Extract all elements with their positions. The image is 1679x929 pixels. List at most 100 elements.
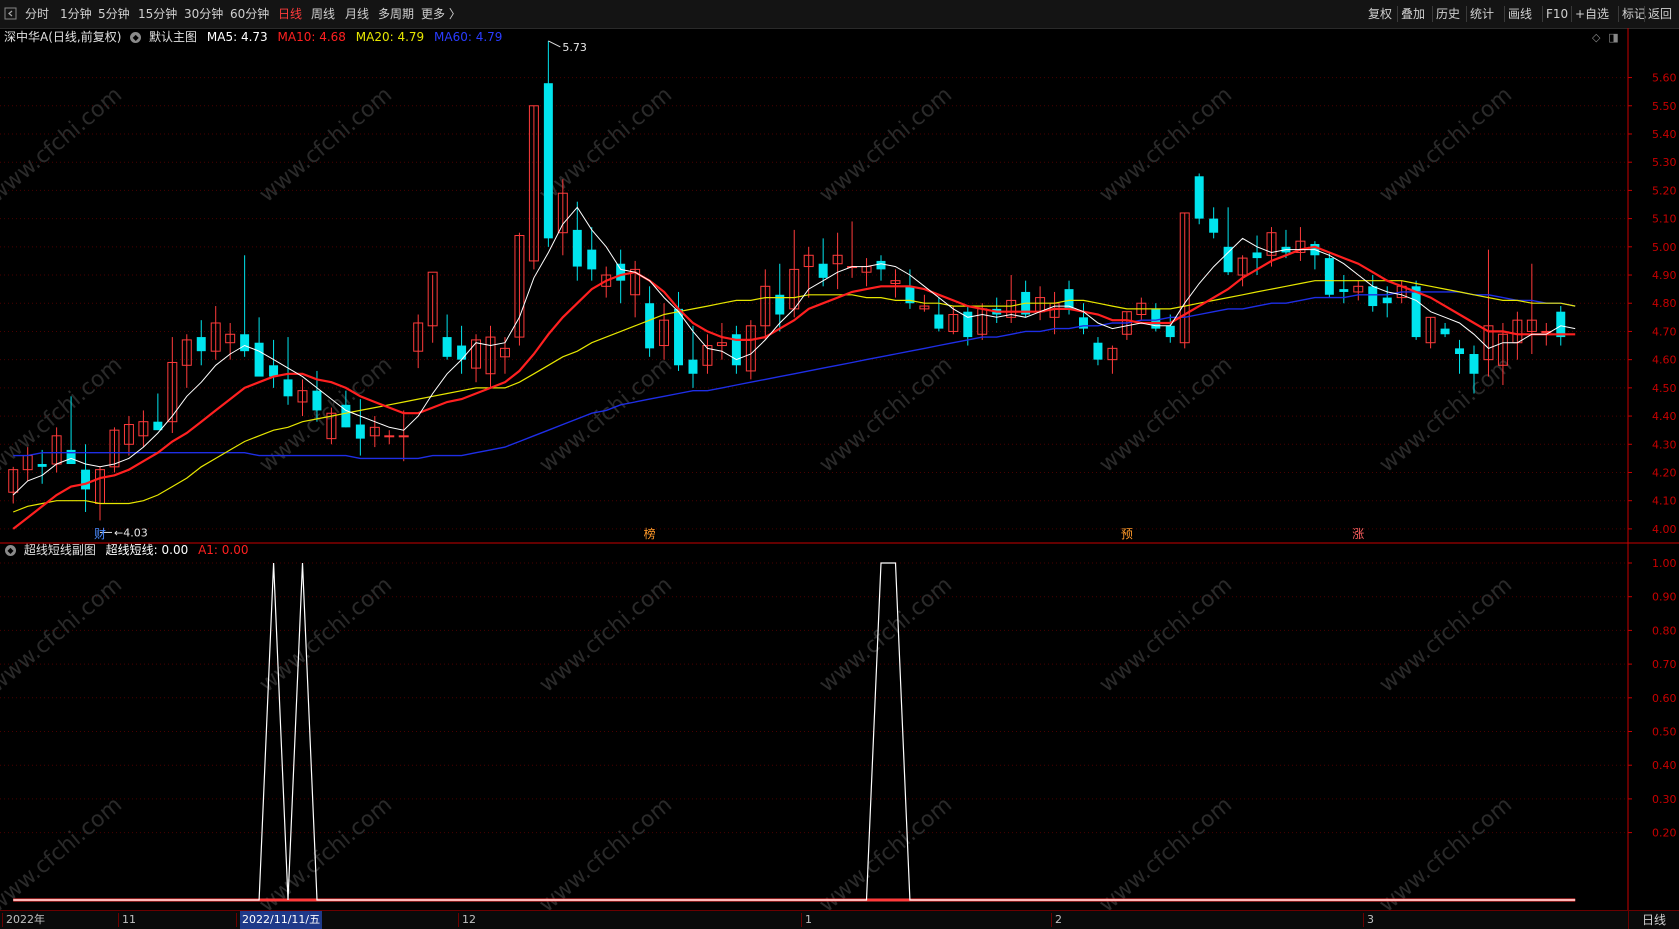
time-label: 3 — [1367, 913, 1374, 926]
watermark-text: www.cfchi.com — [1095, 82, 1237, 207]
time-label: 2 — [1055, 913, 1062, 926]
price-tick-label: 4.70 — [1652, 325, 1677, 338]
time-axis: 2022年 11 2022/11/11/五 12 1 2 3 日线 — [0, 910, 1679, 929]
price-tick-label: 4.20 — [1652, 466, 1677, 479]
candle-body-down — [1368, 286, 1378, 307]
candle-body-down — [645, 303, 655, 349]
candle-body-down — [1440, 328, 1450, 335]
price-tick-label: 4.90 — [1652, 269, 1677, 282]
watermark-text: www.cfchi.com — [0, 572, 127, 697]
watermark-text: www.cfchi.com — [815, 82, 957, 207]
candle-body-down — [1469, 354, 1479, 374]
candle-body-down — [457, 345, 467, 360]
indicator-tick-label: 0.30 — [1652, 793, 1677, 806]
time-divider — [1051, 913, 1052, 927]
time-label: 11 — [122, 913, 136, 926]
time-label: 12 — [462, 913, 476, 926]
candle-body-down — [1324, 258, 1334, 295]
candle-body-down — [355, 424, 365, 439]
price-tick-label: 4.10 — [1652, 495, 1677, 508]
candle-body-down — [1209, 218, 1219, 233]
candle-body-down — [818, 263, 828, 278]
high-price-label: 5.73 — [562, 41, 587, 54]
time-divider — [118, 913, 119, 927]
price-tick-label: 5.20 — [1652, 184, 1677, 197]
event-marker: 涨 — [1352, 526, 1364, 541]
price-tick-label: 5.10 — [1652, 213, 1677, 226]
price-tick-label: 4.80 — [1652, 297, 1677, 310]
candle-body-down — [240, 334, 250, 352]
indicator-tick-label: 0.80 — [1652, 624, 1677, 637]
candle-body-down — [688, 359, 698, 374]
price-tick-label: 5.00 — [1652, 241, 1677, 254]
candle-body-down — [81, 469, 91, 490]
candle-body-down — [1093, 342, 1103, 360]
watermark-text: www.cfchi.com — [1095, 572, 1237, 697]
time-label: 1 — [805, 913, 812, 926]
cursor-date-label: 2022/11/11/五 — [240, 911, 323, 929]
candle-body-down — [442, 337, 452, 357]
low-price-label: ←4.03 — [114, 526, 148, 539]
candle-body-down — [1194, 176, 1204, 219]
candle-body-down — [616, 263, 626, 281]
high-marker-line — [548, 40, 561, 48]
period-switch-button[interactable]: 日线 — [1628, 911, 1679, 929]
candle-body-down — [254, 342, 264, 377]
price-tick-label: 5.60 — [1652, 72, 1677, 85]
candle-body-down — [1223, 246, 1233, 273]
candle-body-down — [196, 337, 206, 352]
indicator-tick-label: 0.20 — [1652, 827, 1677, 840]
event-marker: 预 — [1121, 527, 1133, 541]
watermark-text: www.cfchi.com — [255, 572, 397, 697]
watermark-text: www.cfchi.com — [815, 572, 957, 697]
price-tick-label: 4.50 — [1652, 382, 1677, 395]
price-tick-label: 4.40 — [1652, 410, 1677, 423]
candle-body-down — [1252, 252, 1262, 259]
price-tick-label: 4.00 — [1652, 523, 1677, 536]
price-tick-label: 5.30 — [1652, 156, 1677, 169]
watermark-text: www.cfchi.com — [0, 352, 127, 477]
indicator-tick-label: 0.50 — [1652, 726, 1677, 739]
watermark-text: www.cfchi.com — [1375, 572, 1517, 697]
watermark-text: www.cfchi.com — [815, 352, 957, 477]
watermark-text: www.cfchi.com — [1375, 82, 1517, 207]
candle-body-down — [1455, 348, 1465, 355]
candle-body-down — [1382, 297, 1392, 304]
candle-body-down — [587, 249, 597, 270]
candle-body-down — [283, 379, 293, 397]
indicator-tick-label: 0.90 — [1652, 591, 1677, 604]
candle-body-down — [37, 464, 47, 467]
watermark-text: www.cfchi.com — [0, 82, 127, 207]
candle-body-down — [876, 260, 886, 270]
watermark-text: www.cfchi.com — [535, 352, 677, 477]
candle-body-down — [1339, 289, 1349, 292]
time-divider — [458, 913, 459, 927]
price-tick-label: 4.30 — [1652, 438, 1677, 451]
time-divider — [236, 913, 237, 927]
event-marker: 榜 — [644, 526, 656, 541]
candle-body-down — [934, 314, 944, 329]
indicator-tick-label: 1.00 — [1652, 557, 1677, 570]
time-label: 2022年 — [6, 913, 45, 926]
candle-body-down — [543, 83, 553, 239]
indicator-tick-label: 0.60 — [1652, 692, 1677, 705]
time-divider — [801, 913, 802, 927]
time-divider — [1363, 913, 1364, 927]
candle-body-down — [312, 390, 322, 411]
watermark-text: www.cfchi.com — [535, 82, 677, 207]
indicator-tick-label: 0.70 — [1652, 658, 1677, 671]
time-divider — [2, 913, 3, 927]
candle-body-down — [1165, 325, 1175, 338]
candle-body-up — [398, 435, 409, 438]
price-tick-label: 4.60 — [1652, 354, 1677, 367]
candle-body-down — [674, 308, 684, 366]
candle-body-up — [384, 435, 395, 438]
indicator-tick-label: 0.40 — [1652, 759, 1677, 772]
kline-chart[interactable]: 5.60 5.50 5.40 5.30 5.20 5.10 5.00 4.90 4.80 4.70… — [0, 0, 1679, 928]
price-tick-label: 5.50 — [1652, 100, 1677, 113]
candle-body-down — [572, 229, 582, 267]
watermark-text: www.cfchi.com — [1375, 352, 1517, 477]
price-tick-label: 5.40 — [1652, 128, 1677, 141]
event-marker: 财 — [94, 527, 106, 541]
watermark-text: www.cfchi.com — [255, 82, 397, 207]
